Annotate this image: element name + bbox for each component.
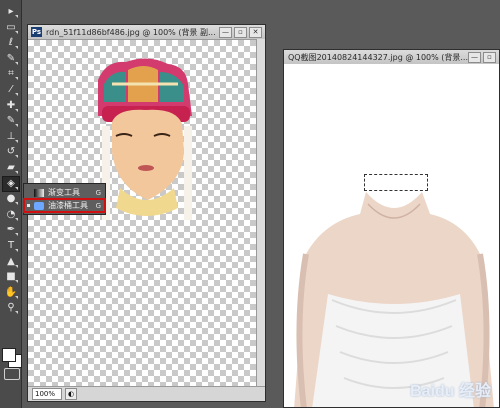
submenu-indicator-icon: [15, 295, 18, 299]
document-canvas[interactable]: Baidu 经验: [284, 64, 499, 407]
quick-selection-icon: ✎: [6, 52, 16, 64]
window-2-titlebar[interactable]: QQ截图20140824144327.jpg @ 100% (背景... — ▫: [284, 50, 499, 65]
submenu-indicator-icon: [15, 171, 18, 174]
move-tool[interactable]: ▸: [3, 5, 19, 19]
flyout-shortcut: G: [95, 201, 101, 210]
window-2-title: QQ截图20140824144327.jpg @ 100% (背景...: [288, 52, 468, 62]
path-selection-icon: ▲: [7, 255, 15, 267]
zoom-tool[interactable]: ⚲: [3, 301, 19, 315]
move-icon: ▸: [8, 6, 14, 17]
healing-brush-icon: ✚: [6, 99, 16, 111]
ps-logo-icon: Ps: [31, 27, 42, 37]
submenu-indicator-icon: [15, 108, 18, 112]
brush-icon: ✎: [6, 115, 16, 127]
submenu-indicator-icon: [15, 30, 18, 34]
window-1-title: rdn_51f11d86bf486.jpg @ 100% (背景 副...: [46, 27, 216, 37]
pen-icon: ✒: [6, 224, 16, 236]
marquee-tool[interactable]: ▭: [3, 21, 19, 35]
foreground-color-swatch[interactable]: [2, 348, 16, 362]
status-bar: 100% ◐: [28, 386, 265, 401]
paint-bucket-icon: [34, 201, 44, 210]
brush-tool[interactable]: ✎: [3, 114, 19, 128]
gradient-icon: [34, 188, 44, 197]
lasso-icon: ℓ: [8, 37, 14, 49]
submenu-indicator-icon: [15, 77, 18, 81]
eraser-icon: ▰: [7, 162, 15, 173]
tools-panel: ▸ ▭ ℓ ✎ ⌗ ⁄ ✚ ✎ ⊥ ↺ ▰ ◈ ● ◔ ✒ T ▲ ■ ✋ ⚲: [0, 0, 22, 408]
zoom-icon: ⚲: [7, 302, 15, 314]
path-selection-tool[interactable]: ▲: [3, 255, 19, 269]
submenu-indicator-icon: [15, 15, 18, 18]
selection-marquee[interactable]: [364, 174, 428, 191]
blur-tool[interactable]: ●: [3, 192, 19, 206]
window-1-titlebar[interactable]: Ps rdn_51f11d86bf486.jpg @ 100% (背景 副...…: [28, 25, 265, 40]
flyout-item-gradient[interactable]: 渐变工具 G: [24, 186, 105, 199]
crop-icon: ⌗: [8, 68, 14, 80]
clone-stamp-tool[interactable]: ⊥: [3, 130, 19, 144]
hand-tool[interactable]: ✋: [3, 286, 19, 300]
flyout-item-paint-bucket[interactable]: 油漆桶工具 G: [23, 198, 106, 213]
quick-mask-button[interactable]: [4, 368, 20, 380]
minimize-button[interactable]: —: [468, 51, 481, 63]
eraser-tool[interactable]: ▰: [3, 161, 19, 175]
paint-bucket-tool[interactable]: ◈: [2, 175, 20, 192]
zoom-level-field[interactable]: 100%: [32, 388, 62, 400]
submenu-indicator-icon: [15, 311, 18, 315]
submenu-indicator-icon: [15, 186, 18, 190]
submenu-indicator-icon: [15, 61, 18, 65]
shape-tool[interactable]: ■: [3, 270, 19, 284]
tool-flyout-menu: 渐变工具 G 油漆桶工具 G: [23, 183, 106, 215]
baidu-watermark: Baidu 经验: [410, 383, 491, 400]
selected-bullet-icon: [27, 204, 30, 207]
quick-selection-tool[interactable]: ✎: [3, 52, 19, 66]
dress-photo-image: [284, 64, 499, 407]
submenu-indicator-icon: [15, 249, 18, 252]
submenu-indicator-icon: [15, 217, 18, 221]
submenu-indicator-icon: [15, 264, 18, 268]
submenu-indicator-icon: [15, 233, 18, 237]
history-brush-tool[interactable]: ↺: [3, 145, 19, 159]
flyout-item-label: 油漆桶工具: [48, 201, 88, 210]
vertical-scrollbar[interactable]: [256, 39, 265, 387]
flyout-shortcut: G: [95, 188, 101, 197]
dodge-tool[interactable]: ◔: [3, 208, 19, 222]
close-button[interactable]: ✕: [249, 26, 262, 38]
pen-tool[interactable]: ✒: [3, 223, 19, 237]
restore-button[interactable]: ▫: [234, 26, 247, 38]
status-info-icon[interactable]: ◐: [65, 388, 77, 400]
type-tool[interactable]: T: [3, 239, 19, 253]
type-icon: T: [7, 240, 15, 251]
restore-button[interactable]: ▫: [483, 51, 496, 63]
crop-tool[interactable]: ⌗: [3, 67, 19, 81]
document-window-2: QQ截图20140824144327.jpg @ 100% (背景... — ▫…: [283, 49, 500, 408]
flyout-item-label: 渐变工具: [48, 188, 80, 197]
history-brush-icon: ↺: [6, 146, 16, 158]
submenu-indicator-icon: [15, 280, 18, 284]
lasso-tool[interactable]: ℓ: [3, 36, 19, 50]
submenu-indicator-icon: [15, 155, 18, 159]
minimize-button[interactable]: —: [219, 26, 232, 38]
healing-brush-tool[interactable]: ✚: [3, 99, 19, 113]
submenu-indicator-icon: [15, 202, 18, 206]
eyedropper-tool[interactable]: ⁄: [3, 83, 19, 97]
submenu-indicator-icon: [15, 46, 18, 50]
eyedropper-icon: ⁄: [10, 84, 12, 95]
submenu-indicator-icon: [15, 124, 18, 128]
submenu-indicator-icon: [15, 93, 18, 96]
paint-bucket-icon: ◈: [7, 177, 15, 189]
submenu-indicator-icon: [15, 139, 18, 143]
